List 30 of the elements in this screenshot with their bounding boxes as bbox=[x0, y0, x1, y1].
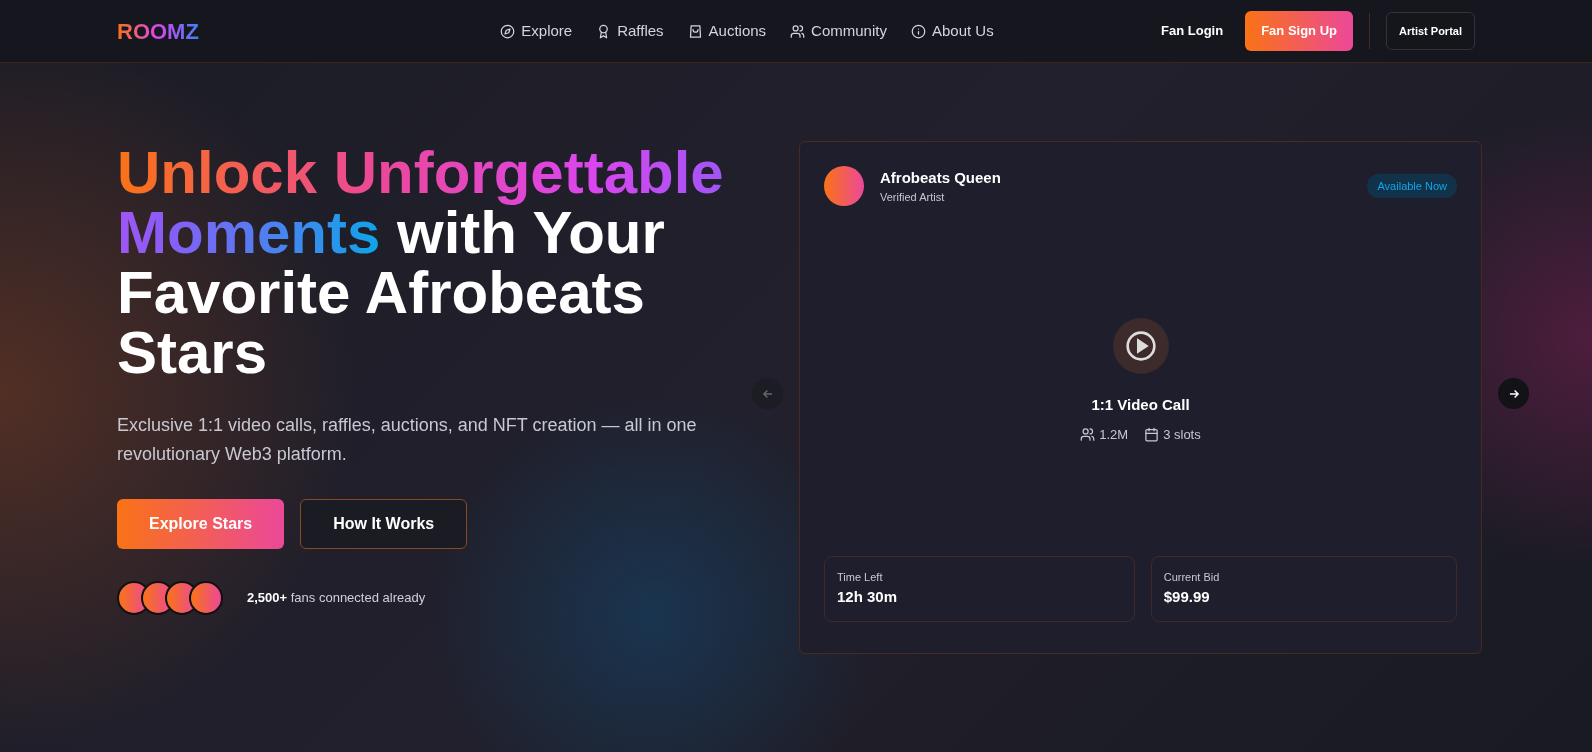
info-label: Current Bid bbox=[1163, 570, 1221, 585]
play-icon bbox=[1124, 330, 1157, 362]
nav-link[interactable]: Raffles bbox=[596, 19, 664, 43]
calendar-icon bbox=[1144, 426, 1160, 442]
login-button[interactable]: Fan Login bbox=[1155, 20, 1230, 42]
fan-avatar bbox=[189, 580, 223, 615]
artist-portal-button[interactable]: Artist Portal bbox=[1386, 11, 1475, 51]
how-it-works-button[interactable]: How It Works bbox=[300, 498, 468, 549]
next-button[interactable] bbox=[1498, 378, 1529, 409]
nav-link[interactable]: Explore bbox=[500, 19, 573, 43]
nav-link[interactable]: Auctions bbox=[687, 19, 767, 43]
session-title: 1:1 Video Call bbox=[1091, 395, 1190, 415]
artist-avatar bbox=[824, 166, 864, 206]
nav-link[interactable]: Community bbox=[790, 19, 887, 43]
users-icon bbox=[1080, 426, 1096, 442]
status-badge: Available Now bbox=[1367, 173, 1457, 199]
artist-subtitle: Verified Artist bbox=[880, 190, 946, 205]
compass-icon bbox=[500, 23, 516, 39]
users-icon bbox=[790, 23, 806, 39]
shopping-bag-icon bbox=[687, 23, 703, 39]
info-icon bbox=[910, 23, 926, 39]
info-value: $99.99 bbox=[1163, 586, 1211, 607]
hero-subtitle: Exclusive 1:1 video calls, raffles, auctions, and NFT creation — all in one revolutionary Web3 platform. bbox=[117, 414, 698, 466]
stat-text: 3 slots bbox=[1163, 425, 1201, 444]
info-value: 12h 30m bbox=[837, 586, 899, 607]
fans-count-text: 2,500+ fans connected already bbox=[247, 588, 426, 607]
nav-link[interactable]: About Us bbox=[910, 19, 994, 43]
stat-text: 1.2M bbox=[1099, 425, 1129, 444]
artist-name: Afrobeats Queen bbox=[880, 167, 1001, 188]
info-label: Time Left bbox=[837, 570, 884, 585]
